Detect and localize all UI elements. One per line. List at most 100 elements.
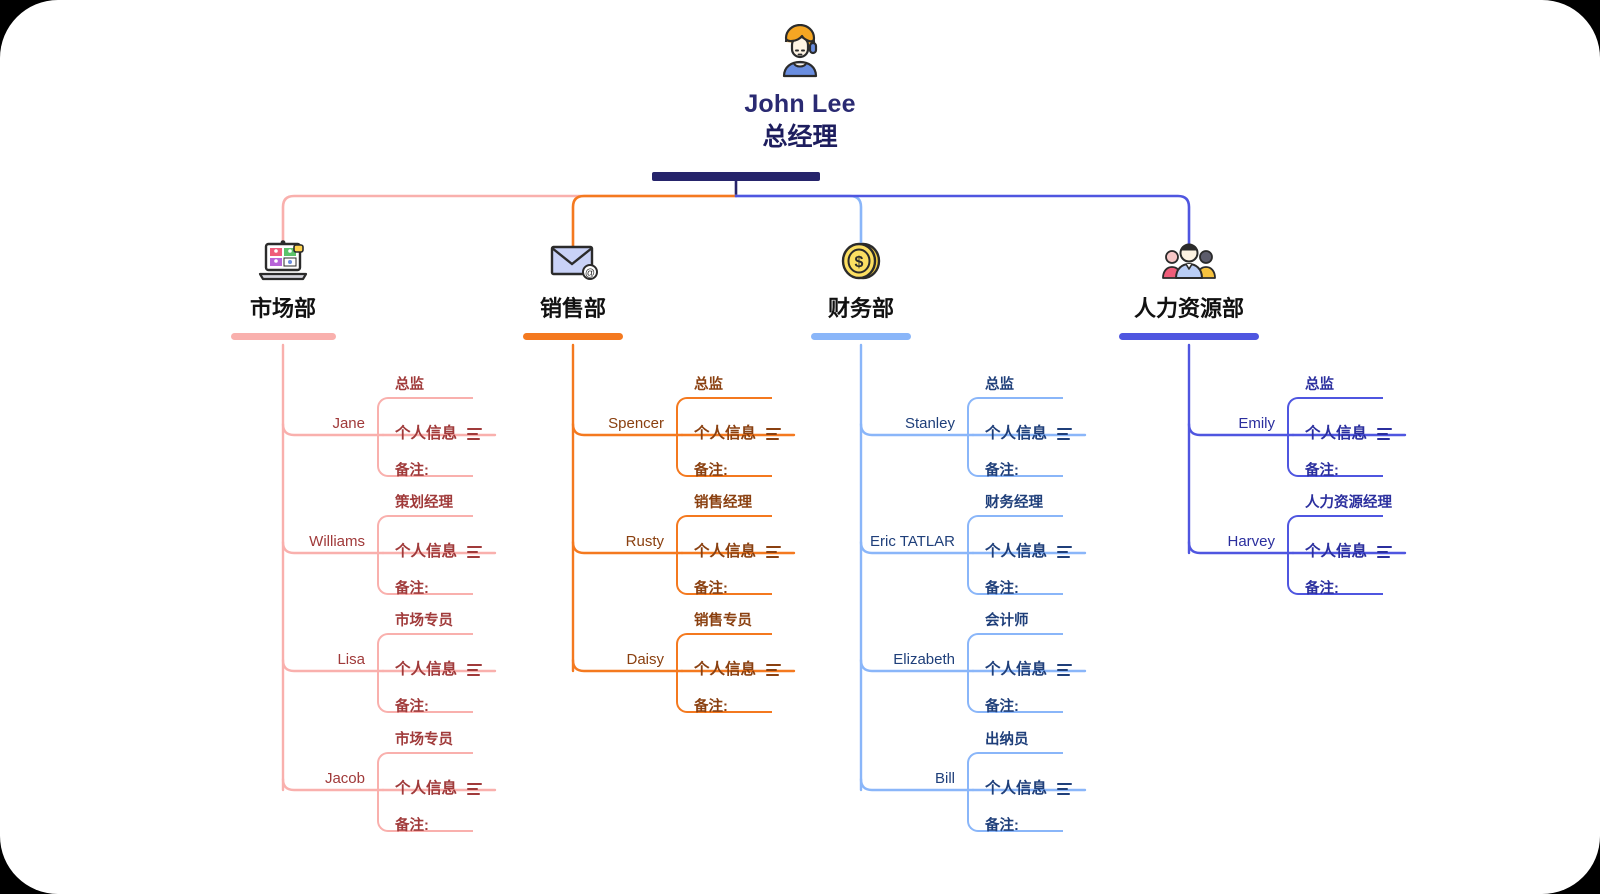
- person-bracket-top-rule: [987, 515, 1063, 518]
- svg-text:$: $: [855, 254, 864, 271]
- department-underline: [523, 333, 623, 340]
- person-bracket-top-rule: [397, 397, 473, 400]
- person-name: Spencer: [608, 415, 664, 432]
- person-info-row[interactable]: 个人信息: [395, 659, 483, 681]
- person-bracket-top-rule: [987, 752, 1063, 755]
- department-underline: [1119, 333, 1259, 340]
- hamburger-menu-icon[interactable]: [1057, 428, 1073, 440]
- person-info-label: 个人信息: [1305, 425, 1368, 442]
- person-info-row[interactable]: 个人信息: [395, 778, 483, 800]
- person-info-label: 个人信息: [694, 425, 757, 442]
- person-note-label: 备注:: [694, 463, 728, 479]
- person-info-label: 个人信息: [395, 661, 458, 678]
- person-role: 销售专员: [694, 613, 752, 629]
- person-bracket-top-rule: [397, 515, 473, 518]
- person-info-row[interactable]: 个人信息: [985, 423, 1073, 445]
- dollar-coin-icon: $: [761, 240, 961, 282]
- person-info-row[interactable]: 个人信息: [694, 541, 782, 563]
- person-role: 会计师: [985, 613, 1029, 629]
- person-name: Harvey: [1227, 533, 1275, 550]
- person-name: Rusty: [625, 533, 664, 550]
- person-note-label: 备注:: [395, 463, 429, 479]
- person-info-label: 个人信息: [694, 543, 757, 560]
- org-chart-canvas: John Lee 总经理 市场部 Jane 总监 个人信息 备注: Williams 策划经…: [0, 0, 1600, 894]
- person-role: 出纳员: [985, 732, 1029, 748]
- person-info-row[interactable]: 个人信息: [985, 541, 1073, 563]
- department-marketing[interactable]: 市场部: [183, 240, 383, 340]
- person-name: Williams: [309, 533, 365, 550]
- person-bracket-top-rule: [1307, 397, 1383, 400]
- person-info-label: 个人信息: [1305, 543, 1368, 560]
- hamburger-menu-icon[interactable]: [467, 428, 483, 440]
- root-title: 总经理: [762, 123, 838, 151]
- person-bracket-top-rule: [696, 515, 772, 518]
- person-role: 销售经理: [694, 495, 752, 511]
- person-info-label: 个人信息: [694, 661, 757, 678]
- person-note-label: 备注:: [1305, 581, 1339, 597]
- hamburger-menu-icon[interactable]: [467, 664, 483, 676]
- person-bracket-top-rule: [696, 633, 772, 636]
- person-note-label: 备注:: [395, 818, 429, 834]
- person-info-row[interactable]: 个人信息: [395, 423, 483, 445]
- person-name: Jacob: [324, 770, 365, 787]
- person-note-label: 备注:: [985, 581, 1019, 597]
- person-name: Bill: [934, 770, 955, 787]
- person-bracket-top-rule: [397, 633, 473, 636]
- person-info-label: 个人信息: [985, 661, 1048, 678]
- hamburger-menu-icon[interactable]: [766, 664, 782, 676]
- hamburger-menu-icon[interactable]: [766, 428, 782, 440]
- person-info-row[interactable]: 个人信息: [694, 423, 782, 445]
- video-conference-icon: [183, 240, 383, 282]
- person-name: Daisy: [626, 651, 664, 668]
- root-node[interactable]: John Lee 总经理: [0, 24, 1600, 154]
- hamburger-menu-icon[interactable]: [467, 546, 483, 558]
- department-underline: [230, 333, 336, 340]
- person-role: 总监: [395, 377, 424, 393]
- person-note-label: 备注:: [985, 463, 1019, 479]
- person-role: 总监: [985, 377, 1014, 393]
- hamburger-menu-icon[interactable]: [766, 546, 782, 558]
- department-label: 销售部: [539, 296, 606, 321]
- person-name: Elizabeth: [893, 651, 955, 668]
- person-info-label: 个人信息: [985, 543, 1048, 560]
- person-headset-avatar-icon: [782, 24, 818, 78]
- person-role: 市场专员: [395, 732, 453, 748]
- email-envelope-icon: @: [473, 240, 673, 282]
- person-info-row[interactable]: 个人信息: [1305, 541, 1393, 563]
- person-name: Eric TATLAR: [869, 533, 955, 550]
- department-label: 人力资源部: [1133, 296, 1244, 321]
- department-sales[interactable]: @ 销售部: [473, 240, 673, 340]
- hamburger-menu-icon[interactable]: [1057, 664, 1073, 676]
- person-role: 总监: [1305, 377, 1334, 393]
- person-info-label: 个人信息: [985, 425, 1048, 442]
- hamburger-menu-icon[interactable]: [1377, 546, 1393, 558]
- person-info-label: 个人信息: [395, 425, 458, 442]
- department-underline: [811, 333, 911, 340]
- hamburger-menu-icon[interactable]: [1377, 428, 1393, 440]
- person-info-row[interactable]: 个人信息: [985, 659, 1073, 681]
- person-info-row[interactable]: 个人信息: [694, 659, 782, 681]
- person-info-row[interactable]: 个人信息: [1305, 423, 1393, 445]
- people-group-icon: [1089, 240, 1289, 282]
- department-label: 市场部: [249, 296, 316, 321]
- department-label: 财务部: [827, 296, 894, 321]
- person-note-label: 备注:: [1305, 463, 1339, 479]
- person-name: Stanley: [904, 415, 955, 432]
- person-role: 市场专员: [395, 613, 453, 629]
- person-note-label: 备注:: [395, 699, 429, 715]
- hamburger-menu-icon[interactable]: [467, 783, 483, 795]
- person-note-label: 备注:: [694, 581, 728, 597]
- person-info-label: 个人信息: [395, 543, 458, 560]
- person-note-label: 备注:: [694, 699, 728, 715]
- person-bracket-top-rule: [987, 633, 1063, 636]
- person-note-label: 备注:: [985, 699, 1019, 715]
- hamburger-menu-icon[interactable]: [1057, 546, 1073, 558]
- person-info-row[interactable]: 个人信息: [985, 778, 1073, 800]
- person-name: Lisa: [337, 651, 365, 668]
- department-hr[interactable]: 人力资源部: [1089, 240, 1289, 340]
- person-role: 策划经理: [395, 495, 453, 511]
- department-finance[interactable]: $ 财务部: [761, 240, 961, 340]
- person-name: Jane: [332, 415, 365, 432]
- hamburger-menu-icon[interactable]: [1057, 783, 1073, 795]
- person-info-row[interactable]: 个人信息: [395, 541, 483, 563]
